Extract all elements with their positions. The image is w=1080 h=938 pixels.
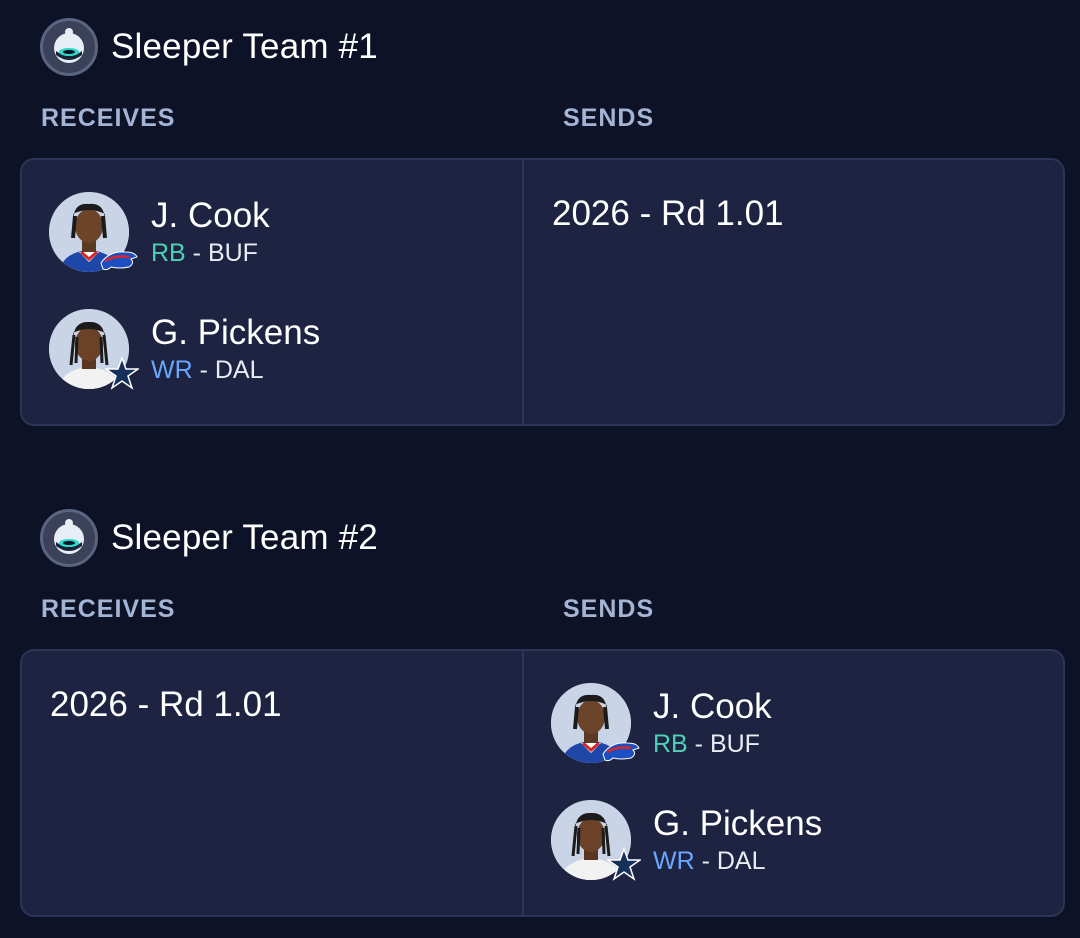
player-position: RB (653, 730, 688, 758)
sends-column: J. Cook RB - BUF G. Pickens WR - DAL (524, 651, 1063, 915)
trade-card: J. Cook RB - BUF G. Pickens WR - DAL 202… (20, 158, 1065, 426)
meta-separator: - (694, 847, 717, 875)
sends-label: SENDS (563, 595, 655, 623)
receives-column: J. Cook RB - BUF G. Pickens WR - DAL (22, 160, 524, 424)
team-header[interactable]: Sleeper Team #2 (40, 508, 378, 568)
player-photo (47, 190, 138, 274)
player-meta: WR - DAL (151, 354, 320, 386)
player-row-j-cook[interactable]: J. Cook RB - BUF (47, 190, 270, 274)
meta-separator: - (192, 356, 215, 384)
player-position: RB (151, 239, 186, 267)
draft-pick[interactable]: 2026 - Rd 1.01 (552, 194, 784, 234)
player-team: BUF (709, 730, 760, 758)
meta-separator: - (185, 239, 208, 267)
player-meta: RB - BUF (151, 237, 270, 269)
player-row-j-cook[interactable]: J. Cook RB - BUF (549, 681, 772, 765)
player-photo (549, 681, 640, 765)
team-name: Sleeper Team #2 (111, 518, 378, 557)
player-name: J. Cook (653, 687, 772, 726)
player-position: WR (653, 847, 695, 875)
player-meta: RB - BUF (653, 728, 772, 760)
player-position: WR (151, 356, 193, 384)
player-team: DAL (214, 356, 264, 384)
player-team: BUF (207, 239, 258, 267)
player-row-g-pickens[interactable]: G. Pickens WR - DAL (47, 307, 320, 391)
sleeper-avatar-icon (40, 18, 98, 76)
player-info: J. Cook RB - BUF (653, 686, 772, 760)
sleeper-avatar-icon (40, 509, 98, 567)
team-name: Sleeper Team #1 (111, 27, 378, 66)
receives-label: RECEIVES (41, 104, 176, 132)
player-photo (549, 798, 643, 882)
team-header[interactable]: Sleeper Team #1 (40, 17, 378, 77)
player-team: DAL (716, 847, 766, 875)
receives-column: 2026 - Rd 1.01 (22, 651, 524, 915)
player-info: G. Pickens WR - DAL (151, 312, 320, 386)
bills-logo-icon (601, 738, 641, 769)
player-name: G. Pickens (151, 313, 321, 352)
sends-column: 2026 - Rd 1.01 (524, 160, 1063, 424)
player-info: G. Pickens WR - DAL (653, 803, 822, 877)
cowboys-star-icon (605, 846, 643, 886)
player-name: J. Cook (151, 196, 270, 235)
player-name: G. Pickens (653, 804, 823, 843)
player-meta: WR - DAL (653, 845, 822, 877)
receives-label: RECEIVES (41, 595, 176, 623)
draft-pick[interactable]: 2026 - Rd 1.01 (50, 685, 282, 725)
cowboys-star-icon (103, 355, 141, 395)
player-row-g-pickens[interactable]: G. Pickens WR - DAL (549, 798, 822, 882)
meta-separator: - (687, 730, 710, 758)
player-photo (47, 307, 141, 391)
bills-logo-icon (99, 247, 139, 278)
player-info: J. Cook RB - BUF (151, 195, 270, 269)
trade-card: 2026 - Rd 1.01 J. Cook RB - BUF G. Picke… (20, 649, 1065, 917)
sends-label: SENDS (563, 104, 655, 132)
